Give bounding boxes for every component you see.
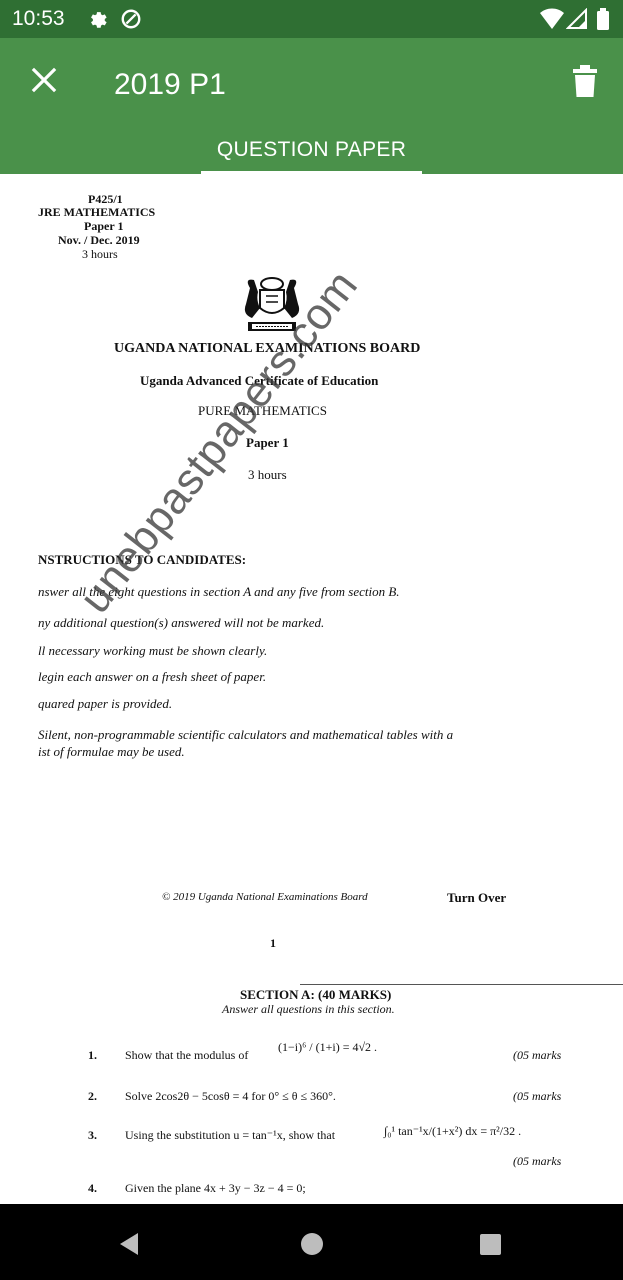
tab-question-paper[interactable]: QUESTION PAPER xyxy=(201,138,422,174)
question-number: 3. xyxy=(88,1128,97,1142)
status-time: 10:53 xyxy=(12,7,65,30)
navigation-bar xyxy=(0,1204,623,1280)
page-number: 1 xyxy=(270,936,276,950)
signal-icon xyxy=(566,8,587,29)
page-title: 2019 P1 xyxy=(114,68,226,101)
watermark-text: unebpastpapers.com xyxy=(70,261,368,623)
wifi-icon xyxy=(540,8,564,29)
question-marks: (05 marks xyxy=(513,1154,562,1168)
delete-icon[interactable] xyxy=(572,64,598,98)
question-text: Solve 2cos2θ − 5cosθ = 4 for 0° ≤ θ ≤ 36… xyxy=(125,1089,336,1103)
section-note: Answer all questions in this section. xyxy=(222,1002,395,1016)
instruction-line: ist of formulae may be used. xyxy=(38,744,185,759)
question-math: ∫₀¹ tan⁻¹x/(1+x²) dx = π²/32 . xyxy=(384,1124,522,1138)
instruction-line: ny additional question(s) answered will … xyxy=(38,615,325,630)
turn-over: Turn Over xyxy=(447,890,507,905)
question-text: Using the substitution u = tan⁻¹x, show … xyxy=(125,1128,336,1142)
copyright: © 2019 Uganda National Examinations Boar… xyxy=(162,891,368,903)
instruction-line: ll necessary working must be shown clear… xyxy=(38,643,268,658)
page-divider xyxy=(300,984,623,985)
instruction-line: Silent, non-programmable scientific calc… xyxy=(38,727,454,742)
paper-duration: 3 hours xyxy=(82,247,118,261)
question-number: 2. xyxy=(88,1089,97,1103)
question-math: (1−i)⁶ / (1+i) = 4√2 . xyxy=(278,1040,378,1054)
gear-icon xyxy=(91,12,107,28)
paper-time: 3 hours xyxy=(248,467,287,482)
question-text: Given the plane 4x + 3y − 3z − 4 = 0; xyxy=(125,1181,306,1195)
question-text: Show that the modulus of xyxy=(125,1048,249,1062)
question-marks: (05 marks xyxy=(513,1048,562,1062)
instruction-line: quared paper is provided. xyxy=(38,696,173,711)
section-heading: SECTION A: (40 MARKS) xyxy=(240,987,392,1002)
data-saver-icon xyxy=(121,9,141,29)
question-marks: (05 marks xyxy=(513,1089,562,1103)
close-icon[interactable] xyxy=(30,66,58,94)
paper-session: Nov. / Dec. 2019 xyxy=(58,233,140,247)
question-number: 1. xyxy=(88,1048,97,1062)
status-bar: 10:53 xyxy=(0,0,623,38)
app-bar: 2019 P1 QUESTION PAPER xyxy=(0,38,623,174)
battery-icon xyxy=(597,8,609,30)
document-viewer[interactable]: P425/1 JRE MATHEMATICS Paper 1 Nov. / De… xyxy=(0,174,623,1204)
recents-icon[interactable] xyxy=(480,1234,501,1255)
paper-subject: JRE MATHEMATICS xyxy=(38,205,156,219)
home-icon[interactable] xyxy=(300,1232,324,1256)
instruction-line: legin each answer on a fresh sheet of pa… xyxy=(38,669,267,684)
tab-label: QUESTION PAPER xyxy=(216,138,407,161)
question-number: 4. xyxy=(88,1181,97,1195)
paper-number: Paper 1 xyxy=(84,219,124,233)
back-icon[interactable] xyxy=(118,1232,140,1256)
